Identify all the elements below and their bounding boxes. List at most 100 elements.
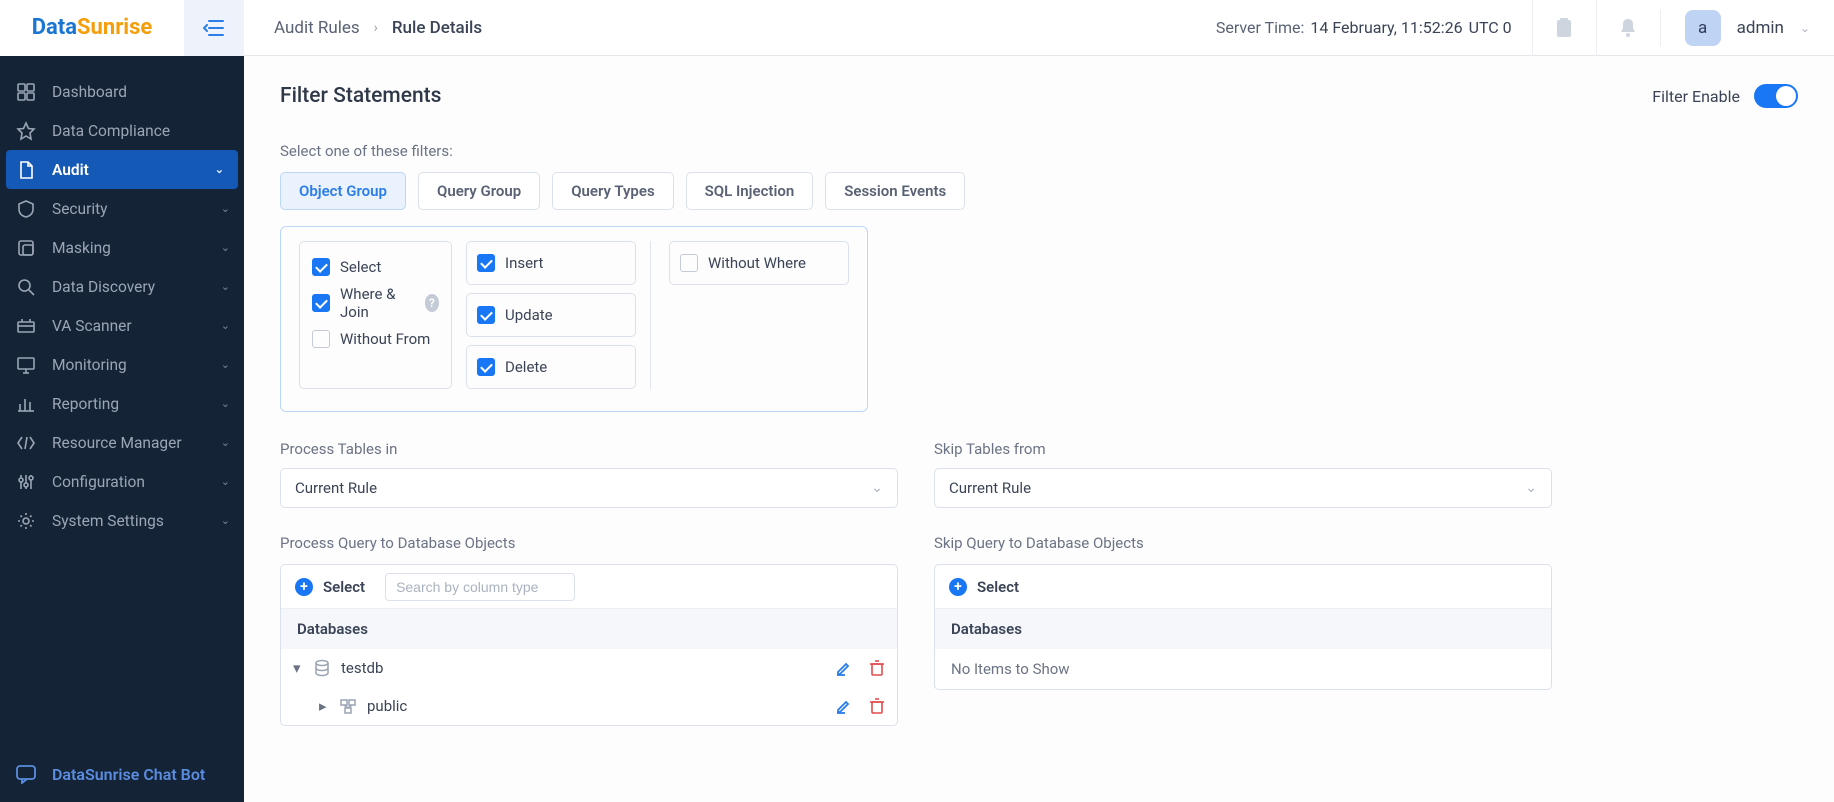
- logo[interactable]: DataSunrise: [0, 0, 184, 56]
- filter-enable-toggle[interactable]: [1754, 84, 1798, 108]
- system-settings-icon: [16, 511, 36, 531]
- filter-tab-object-group[interactable]: Object Group: [280, 172, 406, 210]
- caret-icon[interactable]: ▸: [319, 697, 329, 715]
- chevron-down-icon: ⌄: [871, 480, 883, 496]
- filter-enable-label: Filter Enable: [1652, 87, 1740, 106]
- security-icon: [16, 199, 36, 219]
- username: admin: [1737, 18, 1784, 38]
- sidebar-item-data-discovery[interactable]: Data Discovery⌄: [0, 267, 244, 306]
- section-title: Filter Statements: [280, 84, 441, 108]
- search-input[interactable]: [385, 573, 575, 601]
- edit-icon[interactable]: [835, 659, 853, 677]
- chatbot-link[interactable]: DataSunrise Chat Bot: [0, 746, 244, 802]
- delete-icon[interactable]: [869, 697, 885, 715]
- sidebar-item-data-compliance[interactable]: Data Compliance: [0, 111, 244, 150]
- masking-icon: [16, 238, 36, 258]
- sidebar-item-system-settings[interactable]: System Settings⌄: [0, 501, 244, 540]
- chevron-down-icon: ⌄: [221, 319, 230, 332]
- chevron-down-icon: ⌄: [221, 241, 230, 254]
- chevron-down-icon: ⌄: [221, 514, 230, 527]
- breadcrumb-current: Rule Details: [392, 18, 482, 38]
- sidebar-item-masking[interactable]: Masking⌄: [0, 228, 244, 267]
- checkbox-icon: [477, 358, 495, 376]
- checkbox-icon: [477, 254, 495, 272]
- checkbox-delete[interactable]: Delete: [477, 354, 625, 380]
- sidebar-item-security[interactable]: Security⌄: [0, 189, 244, 228]
- avatar: a: [1685, 10, 1721, 46]
- caret-icon[interactable]: ▾: [293, 659, 303, 677]
- sidebar-item-dashboard[interactable]: Dashboard: [0, 72, 244, 111]
- clipboard-icon[interactable]: [1532, 0, 1596, 56]
- configuration-icon: [16, 472, 36, 492]
- sidebar-item-configuration[interactable]: Configuration⌄: [0, 462, 244, 501]
- skip-tables-label: Skip Tables from: [934, 440, 1552, 458]
- checkbox-without-from[interactable]: Without From: [312, 326, 439, 352]
- breadcrumb-parent[interactable]: Audit Rules: [274, 18, 360, 38]
- sidebar: DashboardData ComplianceAudit⌄Security⌄M…: [0, 56, 244, 802]
- sidebar-item-monitoring[interactable]: Monitoring⌄: [0, 345, 244, 384]
- sidebar-item-resource-manager[interactable]: Resource Manager⌄: [0, 423, 244, 462]
- table-header: Databases: [935, 609, 1551, 649]
- db-icon: [313, 659, 331, 677]
- process-query-label: Process Query to Database Objects: [280, 534, 898, 552]
- select-button[interactable]: Select: [323, 578, 365, 596]
- checkbox-icon: [312, 258, 330, 276]
- help-icon[interactable]: ?: [425, 294, 439, 312]
- table-header: Databases: [281, 609, 897, 649]
- checkbox-without-where[interactable]: Without Where: [680, 250, 838, 276]
- checkbox-icon: [680, 254, 698, 272]
- skip-tables-select[interactable]: Current Rule ⌄: [934, 468, 1552, 508]
- filters-hint: Select one of these filters:: [280, 142, 1798, 160]
- audit-icon: [16, 160, 36, 180]
- chevron-down-icon: ⌄: [221, 475, 230, 488]
- chat-icon: [16, 764, 36, 784]
- sidebar-item-audit[interactable]: Audit⌄: [6, 150, 238, 189]
- checkbox-insert[interactable]: Insert: [477, 250, 625, 276]
- monitoring-icon: [16, 355, 36, 375]
- chevron-down-icon: ⌄: [215, 163, 224, 176]
- data-discovery-icon: [16, 277, 36, 297]
- resource-manager-icon: [16, 433, 36, 453]
- checkbox-where-join[interactable]: Where & Join?: [312, 290, 439, 316]
- select-button[interactable]: Select: [977, 578, 1019, 596]
- object-group-panel: Select Where & Join? Without From Insert Up…: [280, 226, 868, 412]
- tree-row[interactable]: ▸public: [281, 687, 897, 725]
- sidebar-item-va-scanner[interactable]: VA Scanner⌄: [0, 306, 244, 345]
- va-scanner-icon: [16, 316, 36, 336]
- chevron-down-icon: ⌄: [221, 358, 230, 371]
- chevron-down-icon: ⌄: [221, 280, 230, 293]
- chevron-down-icon: ⌄: [221, 202, 230, 215]
- schema-icon: [339, 697, 357, 715]
- filter-tab-query-group[interactable]: Query Group: [418, 172, 540, 210]
- checkbox-select[interactable]: Select: [312, 254, 439, 280]
- delete-icon[interactable]: [869, 659, 885, 677]
- tree-row[interactable]: ▾testdb: [281, 649, 897, 687]
- main-content: Filter Statements Filter Enable Select o…: [244, 56, 1834, 802]
- chevron-down-icon: ⌄: [221, 397, 230, 410]
- server-time: Server Time: 14 February, 11:52:26 UTC 0: [1216, 18, 1532, 37]
- skip-query-panel: + Select Databases No Items to Show: [934, 564, 1552, 690]
- sidebar-collapse-toggle[interactable]: [184, 0, 244, 56]
- checkbox-update[interactable]: Update: [477, 302, 625, 328]
- dashboard-icon: [16, 82, 36, 102]
- process-tables-select[interactable]: Current Rule ⌄: [280, 468, 898, 508]
- chevron-down-icon: ⌄: [1800, 21, 1810, 35]
- checkbox-icon: [312, 330, 330, 348]
- data-compliance-icon: [16, 121, 36, 141]
- breadcrumb: Audit Rules › Rule Details: [244, 18, 482, 38]
- checkbox-icon: [312, 294, 330, 312]
- breadcrumb-sep: ›: [374, 20, 378, 36]
- filter-tab-sql-injection[interactable]: SQL Injection: [686, 172, 814, 210]
- edit-icon[interactable]: [835, 697, 853, 715]
- user-menu[interactable]: a admin ⌄: [1660, 10, 1834, 46]
- bell-icon[interactable]: [1596, 0, 1660, 56]
- reporting-icon: [16, 394, 36, 414]
- add-icon[interactable]: +: [949, 578, 967, 596]
- sidebar-item-reporting[interactable]: Reporting⌄: [0, 384, 244, 423]
- process-tables-label: Process Tables in: [280, 440, 898, 458]
- chevron-down-icon: ⌄: [221, 436, 230, 449]
- topbar: DataSunrise Audit Rules › Rule Details S…: [0, 0, 1834, 56]
- filter-tab-session-events[interactable]: Session Events: [825, 172, 965, 210]
- add-icon[interactable]: +: [295, 578, 313, 596]
- filter-tab-query-types[interactable]: Query Types: [552, 172, 673, 210]
